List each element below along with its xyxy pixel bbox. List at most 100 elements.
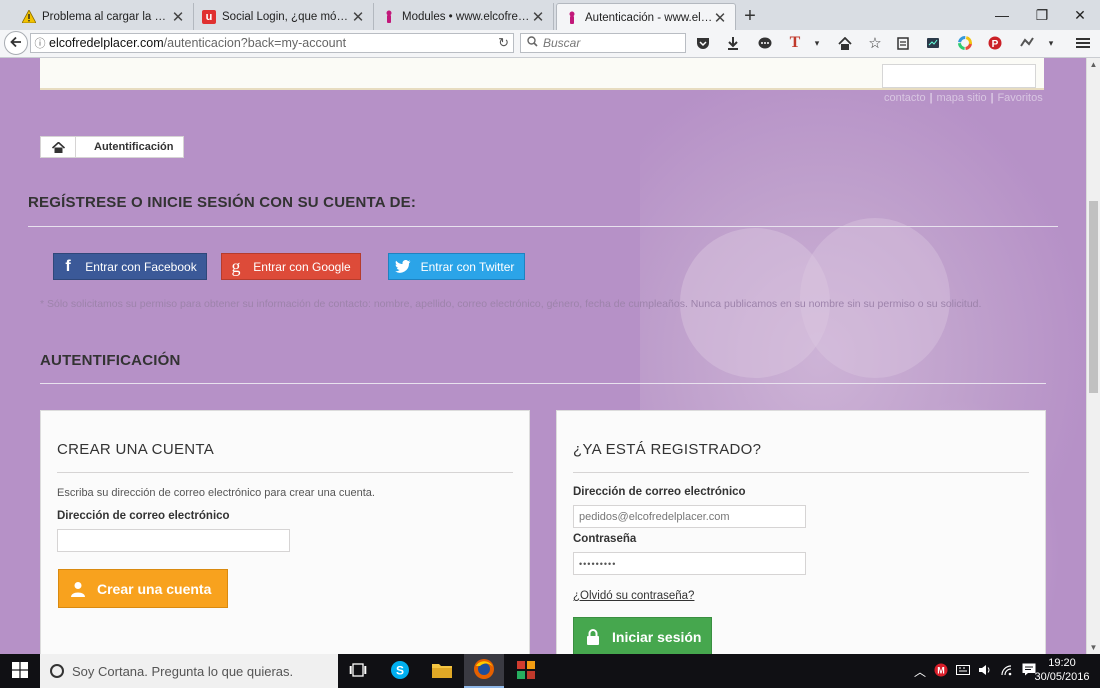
twitter-icon — [389, 254, 417, 279]
warning-icon — [22, 10, 36, 24]
antivirus-icon[interactable]: M — [934, 663, 948, 680]
divider — [57, 472, 513, 473]
facebook-icon: f — [65, 257, 71, 275]
create-email-input[interactable] — [57, 529, 290, 552]
browser-tab-4[interactable]: Autenticación - www.elco... ✕ — [556, 3, 736, 31]
firefox-app[interactable] — [464, 654, 504, 688]
svg-text:P: P — [992, 39, 999, 50]
divider — [40, 383, 1046, 384]
star-icon[interactable]: ☆ — [864, 33, 886, 53]
start-button[interactable] — [0, 654, 40, 688]
clock-time: 19:20 — [1048, 657, 1076, 669]
file-explorer-app[interactable] — [422, 654, 462, 688]
system-tray: ︿ M — [906, 654, 1036, 688]
close-window-button[interactable]: ✕ — [1058, 4, 1100, 26]
windows-icon — [12, 661, 28, 681]
page-scrollbar[interactable]: ▲ ▼ — [1086, 58, 1100, 654]
reload-icon[interactable]: ↻ — [498, 35, 509, 51]
close-icon[interactable]: ✕ — [171, 8, 185, 26]
volume-icon[interactable] — [978, 664, 992, 679]
url-bar[interactable]: ⓘ elcofredelplacer.com/autenticacion?bac… — [30, 33, 514, 53]
reading-list-icon[interactable] — [892, 33, 914, 53]
scroll-down-icon[interactable]: ▼ — [1087, 643, 1100, 652]
pinterest-icon[interactable]: P — [984, 33, 1006, 53]
back-button[interactable] — [4, 31, 28, 55]
top-links: contacto | mapa sitio | Favoritos — [884, 92, 1043, 104]
cortana-icon — [50, 664, 64, 678]
prestashop-icon — [565, 11, 579, 25]
login-heading: ¿YA ESTÁ REGISTRADO? — [573, 441, 762, 458]
task-view-button[interactable] — [338, 654, 378, 688]
taskbar-clock[interactable]: 19:20 30/05/2016 — [1028, 656, 1096, 684]
page-viewport: contacto | mapa sitio | Favoritos Autentific… — [0, 58, 1086, 654]
twitter-login-button[interactable]: Entrar con Twitter — [388, 253, 525, 280]
tab-title: Modules • www.elcofredel... — [402, 10, 531, 23]
info-icon[interactable]: ⓘ — [31, 35, 49, 51]
site-u-icon: u — [202, 9, 216, 24]
sitemap-link[interactable]: mapa sitio — [936, 92, 986, 104]
password-input[interactable]: ••••••••• — [573, 552, 806, 575]
create-account-button[interactable]: Crear una cuenta — [58, 569, 228, 608]
twitter-login-label: Entrar con Twitter — [420, 259, 515, 274]
extension-icon[interactable] — [1016, 33, 1038, 53]
tiles-app-icon — [516, 660, 536, 683]
arrow-left-icon — [10, 35, 22, 51]
login-button[interactable]: Iniciar sesión — [573, 617, 712, 654]
close-icon[interactable]: ✕ — [351, 8, 365, 26]
user-icon — [59, 581, 97, 597]
wifi-icon[interactable] — [1000, 664, 1014, 679]
scroll-up-icon[interactable]: ▲ — [1087, 60, 1100, 69]
login-button-label: Iniciar sesión — [612, 628, 702, 645]
facebook-login-button[interactable]: f Entrar con Facebook — [53, 253, 207, 280]
skype-app[interactable]: S — [380, 654, 420, 688]
browser-tab-3[interactable]: Modules • www.elcofredel... ✕ — [374, 3, 554, 30]
lock-icon — [574, 628, 612, 645]
chat-icon[interactable] — [754, 33, 776, 53]
divider — [573, 472, 1029, 473]
google-login-label: Entrar con Google — [253, 259, 351, 274]
create-account-heading: CREAR UNA CUENTA — [57, 441, 215, 458]
clock-date: 30/05/2016 — [1034, 671, 1090, 683]
chevron-up-icon[interactable]: ︿ — [914, 663, 926, 680]
pocket-icon[interactable] — [692, 33, 714, 53]
google-login-button[interactable]: g Entrar con Google — [221, 253, 361, 280]
browser-tab-1[interactable]: Problema al cargar la pági... ✕ — [14, 3, 194, 30]
monitor-icon[interactable] — [922, 33, 944, 53]
keyboard-icon[interactable] — [956, 664, 971, 679]
contact-link[interactable]: contacto — [884, 92, 926, 104]
menu-icon[interactable] — [1072, 33, 1094, 53]
translate-t-icon[interactable]: T — [784, 33, 806, 53]
tab-title: Autenticación - www.elco... — [585, 11, 713, 24]
forgot-password-link[interactable]: ¿Olvidó su contraseña? — [573, 590, 694, 602]
cortana-search-box[interactable]: Soy Cortana. Pregunta lo que quieras. — [40, 654, 338, 688]
chevron-down-icon[interactable]: ▾ — [806, 33, 828, 53]
breadcrumb: Autentificación — [40, 136, 185, 158]
svg-text:S: S — [396, 663, 404, 677]
search-placeholder: Buscar — [543, 36, 581, 50]
skype-icon: S — [390, 660, 410, 683]
create-account-button-label: Crear una cuenta — [97, 580, 212, 597]
close-icon[interactable]: ✕ — [531, 8, 545, 26]
chevron-down-icon[interactable]: ▾ — [1040, 33, 1062, 53]
app-tiles[interactable] — [506, 654, 546, 688]
task-view-icon — [349, 662, 367, 680]
minimize-button[interactable]: — — [980, 4, 1024, 26]
login-email-input[interactable]: pedidos@elcofredelplacer.com — [573, 505, 806, 528]
home-icon[interactable] — [834, 33, 856, 53]
header-search-input[interactable] — [882, 64, 1036, 88]
favorites-link[interactable]: Favoritos — [997, 92, 1042, 104]
new-tab-button[interactable]: + — [740, 5, 760, 28]
social-login-title: REGÍSTRESE O INICIE SESIÓN CON SU CUENTA… — [28, 194, 417, 211]
close-icon[interactable]: ✕ — [713, 9, 727, 27]
separator: | — [990, 92, 994, 104]
color-ring-icon[interactable] — [954, 33, 976, 53]
folder-icon — [432, 662, 452, 681]
download-icon[interactable] — [722, 33, 744, 53]
password-label: Contraseña — [573, 533, 637, 545]
browser-search-input[interactable]: Buscar — [520, 33, 686, 53]
scrollbar-thumb[interactable] — [1089, 201, 1098, 393]
home-icon[interactable] — [41, 137, 76, 157]
browser-tab-2[interactable]: u Social Login, ¿que módul... ✕ — [194, 3, 374, 30]
firefox-icon — [473, 658, 495, 683]
login-panel: ¿YA ESTÁ REGISTRADO? Dirección de correo… — [556, 410, 1046, 654]
